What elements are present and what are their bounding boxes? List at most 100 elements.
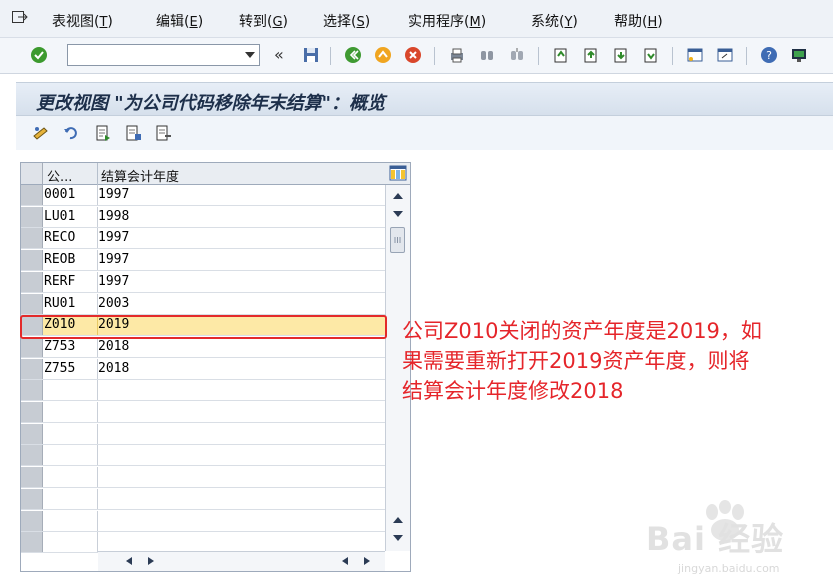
company-code-cell: RECO [44, 230, 76, 246]
empty-table-row[interactable] [21, 445, 385, 467]
table-row[interactable]: LU01 1998 [21, 206, 385, 228]
horizontal-scrollbar[interactable] [98, 551, 385, 571]
column-header-company[interactable]: 公... [47, 166, 72, 185]
title-bar: 更改视图 "为公司代码移除年末结算"：概览 [16, 82, 833, 116]
scroll-up-bottom-icon[interactable] [392, 515, 404, 525]
display-change-icon[interactable] [32, 124, 50, 142]
scroll-down-bottom-icon[interactable] [392, 533, 404, 543]
fiscal-year-cell[interactable]: 1997 [98, 187, 378, 204]
table-row[interactable]: REOB 1997 [21, 250, 385, 272]
menu-exit-icon[interactable] [12, 11, 28, 23]
delete-entries-icon[interactable] [154, 124, 172, 142]
toolbar-separator [538, 47, 539, 65]
exit-icon[interactable] [374, 46, 392, 64]
back-icon[interactable] [344, 46, 362, 64]
column-settings-icon[interactable] [389, 165, 407, 181]
command-dropdown-button[interactable] [241, 45, 259, 65]
annotation-line: 果需要重新打开2019资产年度，则将 [402, 349, 750, 373]
empty-table-row[interactable] [21, 488, 385, 510]
next-page-icon[interactable] [612, 46, 630, 64]
fiscal-year-cell[interactable]: 1997 [98, 230, 378, 247]
find-icon[interactable] [478, 46, 496, 64]
cancel-icon[interactable] [404, 46, 422, 64]
table-row[interactable]: Z753 2018 [21, 336, 385, 358]
table-row[interactable]: RECO 1997 [21, 228, 385, 250]
column-divider [97, 163, 98, 185]
table-row[interactable]: RU01 2003 [21, 293, 385, 315]
row-selector[interactable] [21, 336, 43, 357]
table-row[interactable]: 0001 1997 [21, 185, 385, 206]
shortcut-icon[interactable] [716, 46, 734, 64]
empty-table-row[interactable] [21, 402, 385, 423]
baidu-watermark: Bai 经验 jingyan.baidu.com [636, 500, 826, 584]
table-row[interactable]: Z755 2018 [21, 358, 385, 380]
row-selector[interactable] [21, 206, 43, 227]
table-row[interactable]: RERF 1997 [21, 271, 385, 293]
new-session-icon[interactable] [686, 46, 704, 64]
menu-system[interactable]: 系统(Y) [531, 11, 578, 31]
copy-as-icon[interactable] [124, 124, 142, 142]
empty-table-row[interactable] [21, 380, 385, 402]
command-field[interactable] [67, 44, 260, 66]
column-divider [97, 488, 98, 509]
customize-layout-icon[interactable] [790, 46, 808, 64]
column-divider [97, 467, 98, 488]
first-page-icon[interactable] [552, 46, 570, 64]
row-selector[interactable] [21, 185, 43, 205]
svg-text:?: ? [766, 49, 772, 62]
empty-table-row[interactable] [21, 467, 385, 489]
menu-utilities[interactable]: 实用程序(M) [408, 11, 486, 31]
toolbar-separator [330, 47, 331, 65]
column-divider [97, 423, 98, 444]
fiscal-year-cell[interactable]: 1997 [98, 252, 378, 269]
undo-icon[interactable] [62, 124, 80, 142]
row-selector[interactable] [21, 488, 43, 509]
row-selector[interactable] [21, 532, 43, 553]
select-all-cell[interactable] [21, 163, 43, 184]
print-icon[interactable] [448, 46, 466, 64]
scroll-left-icon[interactable] [124, 556, 134, 566]
scroll-right-icon[interactable] [146, 556, 156, 566]
row-selector[interactable] [21, 271, 43, 292]
row-selector[interactable] [21, 358, 43, 379]
fiscal-year-cell[interactable]: 2018 [98, 339, 378, 356]
find-next-icon[interactable] [508, 46, 526, 64]
menu-table-view[interactable]: 表视图(T) [52, 11, 113, 31]
menu-edit[interactable]: 编辑(E) [156, 11, 203, 31]
fiscal-year-cell[interactable]: 2018 [98, 361, 378, 378]
empty-table-row[interactable] [21, 423, 385, 445]
help-icon[interactable]: ? [760, 46, 778, 64]
row-selector[interactable] [21, 402, 43, 422]
fiscal-year-cell[interactable]: 1998 [98, 209, 378, 226]
empty-table-row[interactable] [21, 510, 385, 532]
row-selector[interactable] [21, 250, 43, 271]
menu-goto[interactable]: 转到(G) [239, 11, 288, 31]
previous-page-icon[interactable] [582, 46, 600, 64]
row-selector[interactable] [21, 293, 43, 314]
row-selector[interactable] [21, 445, 43, 466]
column-header-fiscal-year[interactable]: 结算会计年度 [101, 166, 179, 185]
scroll-right-end-icon[interactable] [362, 556, 372, 566]
row-selector[interactable] [21, 380, 43, 401]
company-code-cell: LU01 [44, 208, 76, 224]
column-divider [97, 532, 98, 553]
row-selector[interactable] [21, 510, 43, 531]
menu-help[interactable]: 帮助(H) [614, 11, 663, 31]
scroll-thumb[interactable] [390, 227, 405, 253]
fiscal-year-cell[interactable]: 1997 [98, 274, 378, 291]
last-page-icon[interactable] [642, 46, 660, 64]
scroll-up-icon[interactable] [392, 191, 404, 201]
scroll-left-end-icon[interactable] [340, 556, 350, 566]
history-back-icon[interactable]: « [274, 45, 284, 64]
scroll-down-icon[interactable] [392, 209, 404, 219]
row-selector[interactable] [21, 423, 43, 444]
company-code-cell: Z753 [44, 338, 76, 354]
save-icon[interactable] [302, 46, 320, 64]
company-code-cell: RU01 [44, 295, 76, 311]
enter-check-icon[interactable] [30, 46, 48, 64]
row-selector[interactable] [21, 467, 43, 488]
new-entries-icon[interactable] [94, 124, 112, 142]
menu-selection[interactable]: 选择(S) [323, 11, 370, 31]
fiscal-year-cell[interactable]: 2003 [98, 296, 378, 313]
row-selector[interactable] [21, 228, 43, 249]
